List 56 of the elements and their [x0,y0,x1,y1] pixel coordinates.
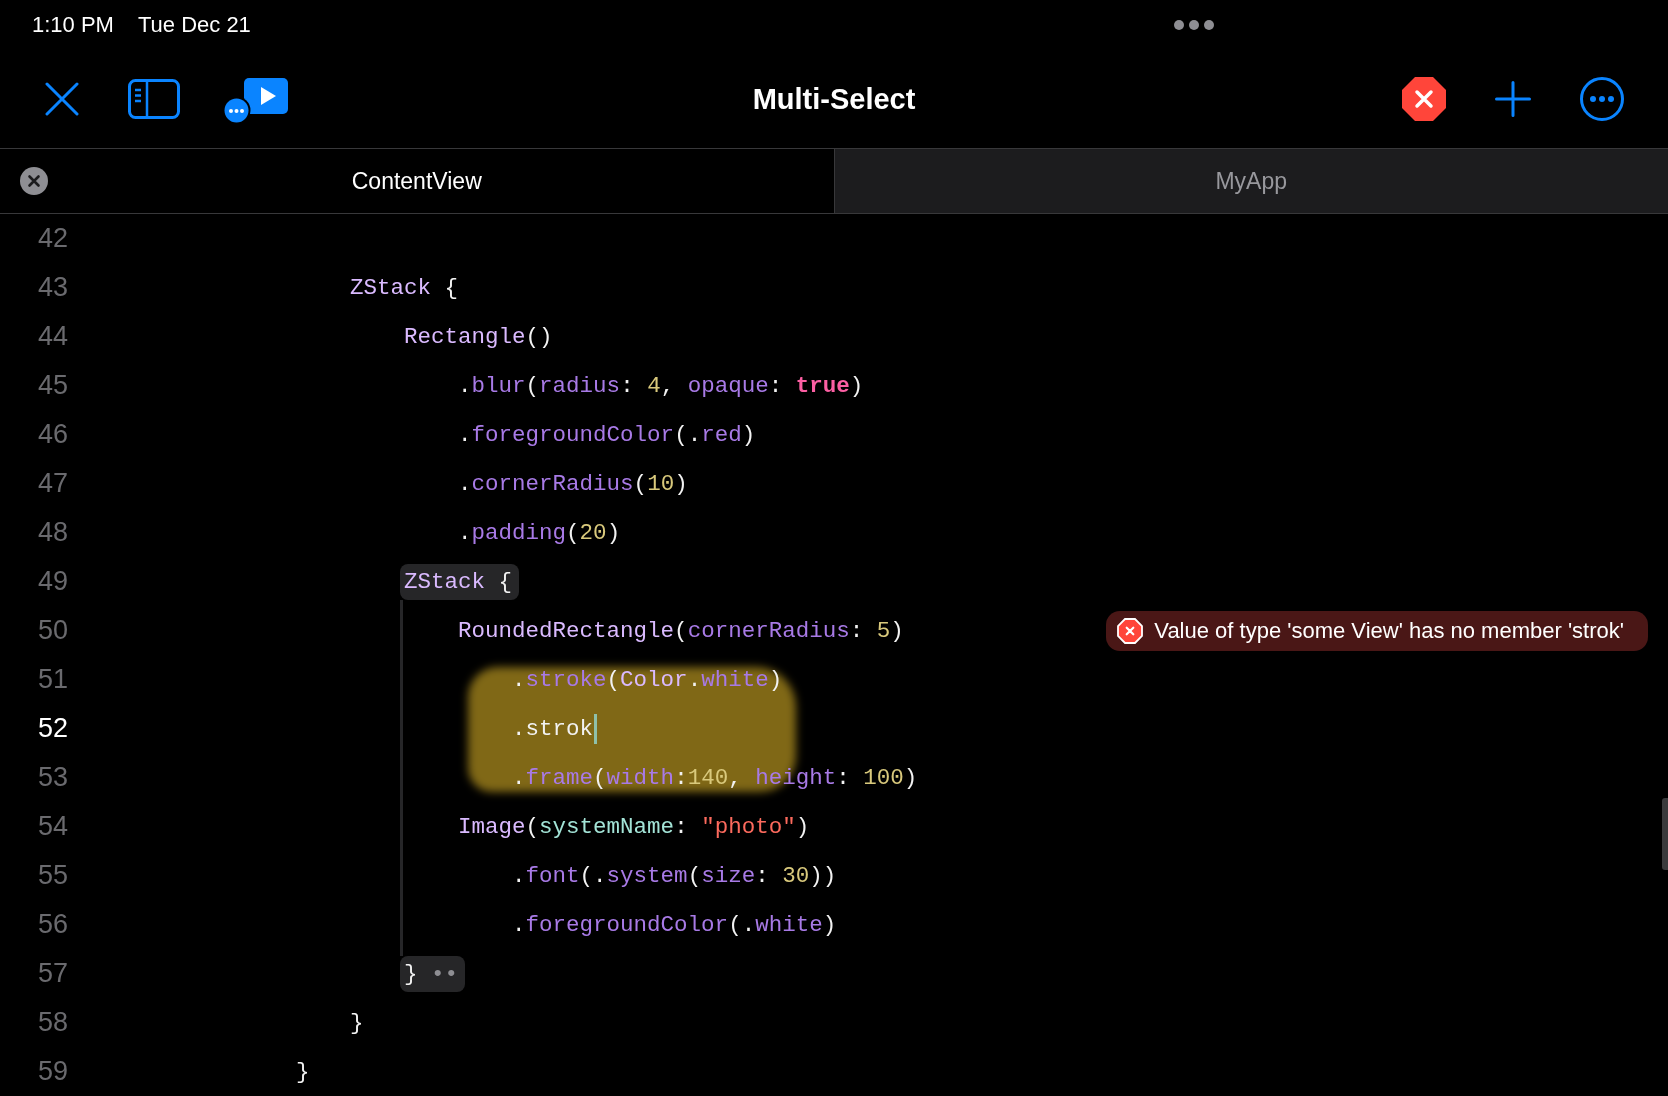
line-number: 42 [38,223,69,253]
scroll-indicator [1662,798,1668,870]
code-line: } [350,1008,364,1038]
line-number: 51 [38,664,69,694]
line-number: 55 [38,860,69,890]
line-number: 47 [38,468,69,498]
line-number: 43 [38,272,69,302]
code-line: .cornerRadius(10) [458,469,688,499]
error-icon [1117,617,1144,644]
line-number: 50 [38,615,69,645]
close-button[interactable] [45,82,79,116]
plus-icon [1495,81,1531,117]
editor-tab[interactable]: MyApp [833,149,1668,213]
line-number: 59 [38,1056,69,1086]
code-line: .blur(radius: 4, opaque: true) [458,371,864,401]
code-line: RoundedRectangle(cornerRadius: 5) [458,616,904,646]
errors-button[interactable] [1402,77,1446,121]
more-button[interactable] [1580,77,1624,121]
code-line: Rectangle() [404,322,553,352]
error-octagon-icon [1402,77,1446,121]
close-icon [20,167,48,195]
add-button[interactable] [1495,81,1531,117]
document-title: Multi-Select [752,82,916,116]
line-number: 48 [38,517,69,547]
code-line: ZStack { [350,273,459,303]
status-date: Tue Dec 21 [137,12,251,38]
code-line: .foregroundColor(.white) [512,910,837,940]
sidebar-icon [128,79,180,119]
line-number: 44 [38,321,69,351]
sidebar-button[interactable] [128,79,180,119]
close-tab-button[interactable] [20,167,48,195]
preview-button[interactable] [224,77,288,123]
code-line: } [296,1057,310,1087]
line-number: 52 [38,713,69,743]
code-line: Image(systemName: "photo") [458,812,810,842]
line-number: 57 [38,958,69,988]
code-line: .strok [512,714,594,744]
code-line: .padding(20) [458,518,621,548]
code-line: .frame(width:140, height: 100) [512,763,918,793]
code-line: .foregroundColor(.red) [458,420,756,450]
line-number: 56 [38,909,69,939]
code-line: .font(.system(size: 30)) [512,861,837,891]
play-preview-icon [224,77,288,123]
status-time: 1:10 PM [32,12,114,38]
error-message: Value of type 'some View' has no member 'strok' [1154,617,1624,644]
code-line: .stroke(Color.white) [512,665,783,695]
line-number: 45 [38,370,69,400]
ellipsis-circle-icon [1580,77,1624,121]
line-number: 46 [38,419,69,449]
line-number: 53 [38,762,69,792]
line-number: 58 [38,1007,69,1037]
line-number: 49 [38,566,69,596]
close-icon [45,82,79,116]
multitasking-dots-icon[interactable] [1174,20,1214,30]
line-number: 54 [38,811,69,841]
text-cursor [594,713,598,744]
